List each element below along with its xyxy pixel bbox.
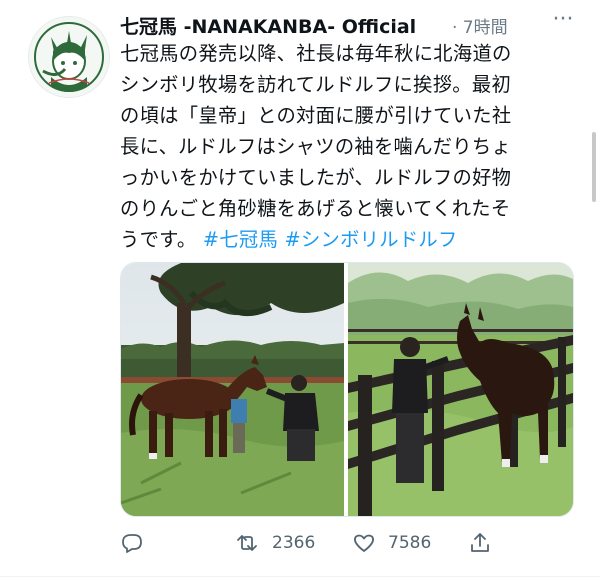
hashtag-link[interactable]: #シンボリルドルフ [284,228,457,251]
horse-girl-avatar-icon [29,17,109,97]
scrollbar-thumb[interactable] [592,132,596,202]
horse-at-fence-photo [348,263,573,516]
author-name[interactable]: 七冠馬 -NANAKANBA- Official [120,12,416,39]
like-button[interactable]: 7586 [352,528,431,558]
tweet-timestamp[interactable]: · 7時間 [452,13,508,38]
avatar[interactable] [28,16,110,98]
tweet-divider [0,576,600,577]
tweet-text-line: 七冠馬の発売以降、社長は毎年秋に北海道の [120,42,512,65]
tweet-text-line: っかいをかけていましたが、ルドルフの好物 [120,166,512,189]
tweet-text-line: の頃は「皇帝」との対面に腰が引けていた社 [120,104,512,127]
reply-button[interactable] [120,528,144,558]
tweet-text-line: うです。 [120,228,197,251]
more-options-icon[interactable]: ··· [548,8,578,36]
horse-with-man-photo [121,263,344,516]
tweet-text-line: 長に、ルドルフはシャツの袖を噛んだりちょ [120,135,512,158]
tweet-media [120,262,574,517]
heart-icon [354,534,374,552]
retweet-button[interactable]: 2366 [234,528,315,558]
tweet-header: 七冠馬 -NANAKANBA- Official · 7時間 ··· [120,8,580,39]
share-button[interactable] [468,528,492,558]
share-icon [471,533,489,552]
tweet-photo[interactable] [121,263,344,516]
tweet-text-last-line: うです。 #七冠馬 #シンボリルドルフ [120,224,560,255]
like-count: 7586 [388,533,432,553]
tweet-photo[interactable] [348,263,573,516]
tweet-text: 七冠馬の発売以降、社長は毎年秋に北海道の シンボリ牧場を訪れてルドルフに挨拶。最… [120,38,560,255]
tweet-text-line: のりんごと角砂糖をあげると懐いてくれたそ [120,197,511,220]
retweet-count: 2366 [272,533,316,553]
hashtag-link[interactable]: #七冠馬 [203,228,278,251]
tweet-text-line: シンボリ牧場を訪れてルドルフに挨拶。最初 [120,73,512,96]
reply-icon [122,534,142,553]
retweet-icon [237,535,257,551]
tweet-action-bar: 2366 7586 [120,528,560,558]
